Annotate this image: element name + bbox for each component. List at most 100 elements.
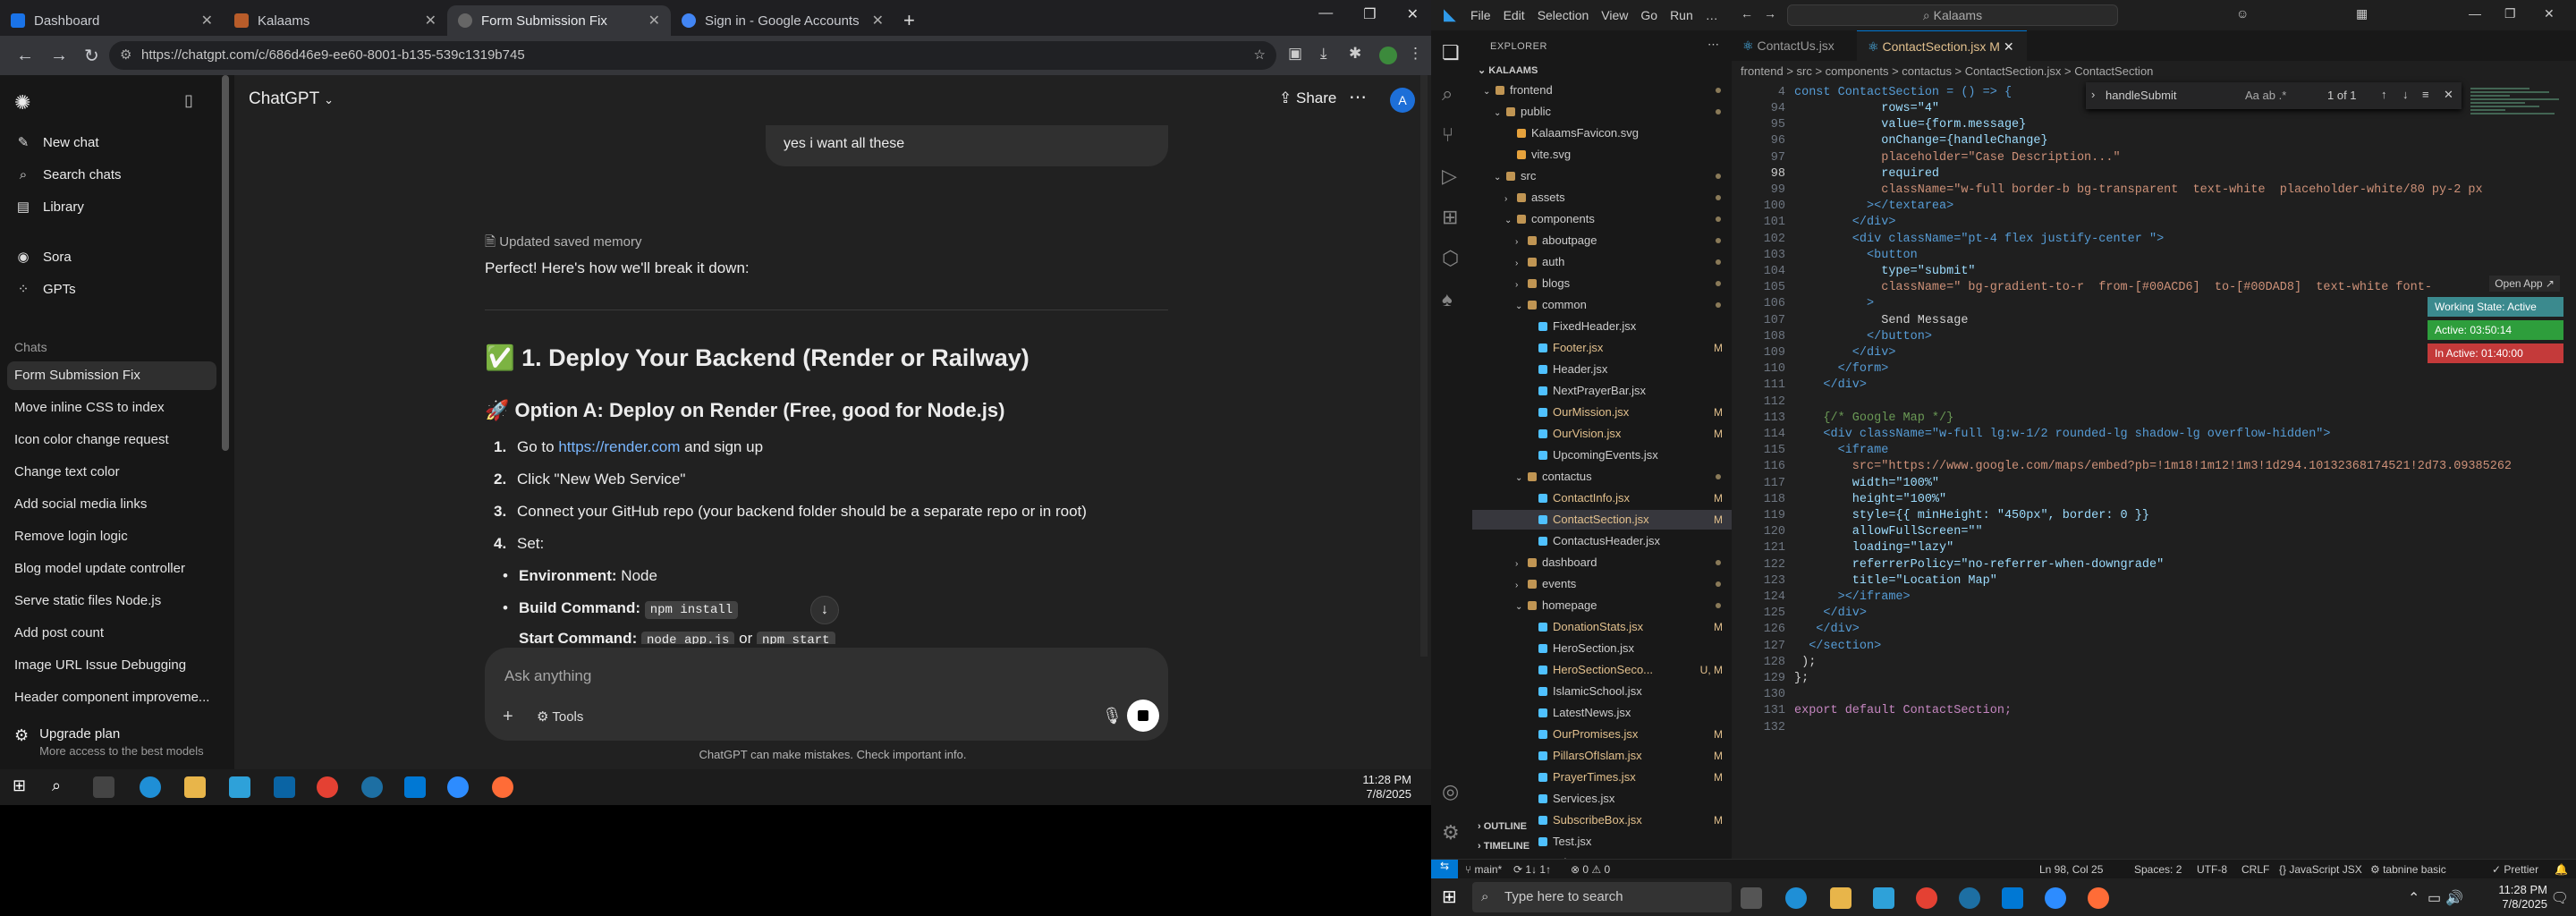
account-icon[interactable]: ◎ <box>1442 780 1459 803</box>
tree-file[interactable]: NextPrayerBar.jsx <box>1472 381 1732 401</box>
tree-file[interactable]: OurPromises.jsx M <box>1472 725 1732 744</box>
tree-file[interactable]: ContactInfo.jsx M <box>1472 488 1732 508</box>
tab-contactsection[interactable]: ⚛ ContactSection.jsx M ✕ <box>1857 30 2027 61</box>
chat-item[interactable]: Add post count <box>14 619 216 648</box>
tree-folder[interactable]: ⌄ contactus <box>1472 467 1732 487</box>
windows-start-icon[interactable]: ⊞ <box>13 776 34 798</box>
back-icon[interactable]: ← <box>16 46 34 66</box>
breadcrumb[interactable]: frontend > src > components > contactus … <box>1741 64 2153 78</box>
file-explorer-icon[interactable] <box>1830 887 1852 909</box>
tree-file[interactable]: HeroSection.jsx <box>1472 639 1732 658</box>
close-window-icon[interactable]: ✕ <box>2544 6 2555 21</box>
sidebar-item-new-chat[interactable]: ✎ New chat <box>14 129 220 156</box>
chrome-tab-google-signin[interactable]: Sign in - Google Accounts ✕ <box>671 5 894 36</box>
run-debug-icon[interactable]: ▷ <box>1442 165 1457 188</box>
tree-folder[interactable]: ⌄ src <box>1472 166 1732 186</box>
notification-center-icon[interactable]: 🗨 <box>2551 889 2569 907</box>
line-ending[interactable]: CRLF <box>2241 863 2269 876</box>
menu-run[interactable]: Run <box>1670 8 1693 22</box>
tabnine-status[interactable]: ⚙ tabnine basic <box>2370 863 2446 876</box>
close-icon[interactable]: ✕ <box>872 12 884 30</box>
problems-count[interactable]: ⊗ 0 ⚠ 0 <box>1571 863 1610 876</box>
bookmark-star-icon[interactable]: ☆ <box>1254 41 1266 70</box>
git-sync[interactable]: ⟳ 1↓ 1↑ <box>1513 863 1551 876</box>
tree-file[interactable]: KalaamsFavicon.svg <box>1472 123 1732 143</box>
task-view-icon[interactable] <box>93 776 114 798</box>
tab-contactus[interactable]: ⚛ ContactUs.jsx <box>1732 30 1857 61</box>
more-actions-icon[interactable]: ⋯ <box>1707 38 1719 52</box>
download-icon[interactable]: ⤓ <box>1320 45 1327 63</box>
plus-icon[interactable]: + <box>503 707 513 727</box>
app-icon[interactable] <box>361 776 383 798</box>
edge-icon[interactable] <box>1785 887 1807 909</box>
tree-file[interactable]: ContactSection.jsx M <box>1472 510 1732 530</box>
remote-indicator-icon[interactable]: ⇆ <box>1431 860 1458 879</box>
menu-more[interactable]: … <box>1706 8 1718 22</box>
edge-icon[interactable] <box>140 776 161 798</box>
command-center-search[interactable]: ⌕ Kalaams <box>1787 4 2118 26</box>
site-info-icon[interactable]: ⚙ <box>120 41 131 70</box>
sidebar-item-search-chats[interactable]: ⌕ Search chats <box>14 161 220 188</box>
search-icon[interactable]: ⌕ <box>52 776 73 798</box>
menu-view[interactable]: View <box>1601 8 1628 22</box>
menu-selection[interactable]: Selection <box>1538 8 1589 22</box>
tree-folder[interactable]: › dashboard <box>1472 553 1732 572</box>
reload-icon[interactable]: ↻ <box>84 45 99 67</box>
sidebar-item-gpts[interactable]: ⁘ GPTs <box>14 276 220 302</box>
network-icon[interactable]: ▭ <box>2428 889 2441 907</box>
new-tab-icon[interactable]: + <box>903 5 915 36</box>
menu-file[interactable]: File <box>1470 8 1491 22</box>
store-icon[interactable] <box>1873 887 1894 909</box>
more-options-icon[interactable]: ⋯ <box>1349 86 1367 108</box>
chat-item[interactable]: Change text color <box>14 458 216 487</box>
store-icon[interactable] <box>229 776 250 798</box>
zoom-icon[interactable] <box>2045 887 2066 909</box>
tray-chevron-icon[interactable]: ⌃ <box>2408 889 2419 907</box>
tree-file[interactable]: Services.jsx <box>1472 789 1732 809</box>
notifications-icon[interactable]: 🔔 <box>2555 863 2568 876</box>
tree-file[interactable]: PillarsOfIslam.jsx M <box>1472 746 1732 766</box>
taskbar-search-box[interactable]: ⌕ Type here to search <box>1472 882 1732 912</box>
render-link[interactable]: https://render.com <box>558 438 680 455</box>
close-icon[interactable]: ✕ <box>2004 39 2014 54</box>
address-bar[interactable]: ⚙ https://chatgpt.com/c/686d46e9-ee60-80… <box>109 41 1276 70</box>
search-icon[interactable]: ⌕ <box>1442 82 1453 106</box>
settings-gear-icon[interactable]: ⚙ <box>1442 821 1460 844</box>
task-view-icon[interactable] <box>1741 887 1762 909</box>
share-button[interactable]: ⇪ Share <box>1279 89 1336 107</box>
profile-avatar[interactable] <box>1379 47 1397 64</box>
menu-edit[interactable]: Edit <box>1504 8 1525 22</box>
tree-file[interactable]: HeroSectionSeco... U, M <box>1472 660 1732 680</box>
forward-icon[interactable]: → <box>50 46 68 66</box>
postman-icon[interactable] <box>2088 887 2109 909</box>
timeline-section[interactable]: › TIMELINE <box>1478 841 1530 852</box>
minimize-icon[interactable]: — <box>1318 5 1333 23</box>
explorer-icon[interactable]: ❏ <box>1442 41 1460 64</box>
zoom-icon[interactable] <box>447 776 469 798</box>
extensions-puzzle-icon[interactable]: ✱ <box>1349 45 1361 63</box>
tree-folder[interactable]: › events <box>1472 574 1732 594</box>
chat-item[interactable]: Blog model update controller <box>14 555 216 583</box>
menu-go[interactable]: Go <box>1640 8 1657 22</box>
openai-logo-icon[interactable]: ✺ <box>14 91 30 114</box>
language-mode[interactable]: {} JavaScript JSX <box>2279 863 2362 876</box>
chat-item[interactable]: Serve static files Node.js <box>14 587 216 615</box>
tree-folder[interactable]: ⌄ common <box>1472 295 1732 315</box>
mail-icon[interactable] <box>274 776 295 798</box>
tree-file[interactable]: vite.svg <box>1472 145 1732 165</box>
tree-file[interactable]: ContactusHeader.jsx <box>1472 531 1732 551</box>
git-branch[interactable]: ⑂ main* <box>1465 863 1502 876</box>
scroll-down-button[interactable]: ↓ <box>810 596 839 624</box>
tree-folder[interactable]: › assets <box>1472 188 1732 208</box>
chat-item[interactable]: Move inline CSS to index <box>14 394 216 422</box>
maximize-icon[interactable]: ❐ <box>2504 6 2516 21</box>
minimize-icon[interactable]: — <box>2469 6 2481 21</box>
chat-item[interactable]: Header component improveme... <box>14 683 216 712</box>
close-icon[interactable]: ✕ <box>648 12 660 30</box>
tree-file[interactable]: IslamicSchool.jsx <box>1472 682 1732 701</box>
chat-item[interactable]: Remove login logic <box>14 522 216 551</box>
message-input[interactable]: Ask anything <box>504 667 591 685</box>
chat-item[interactable]: Image URL Issue Debugging <box>14 651 216 680</box>
tree-folder[interactable]: › auth <box>1472 252 1732 272</box>
chrome-menu-icon[interactable]: ⋮ <box>1408 45 1423 63</box>
